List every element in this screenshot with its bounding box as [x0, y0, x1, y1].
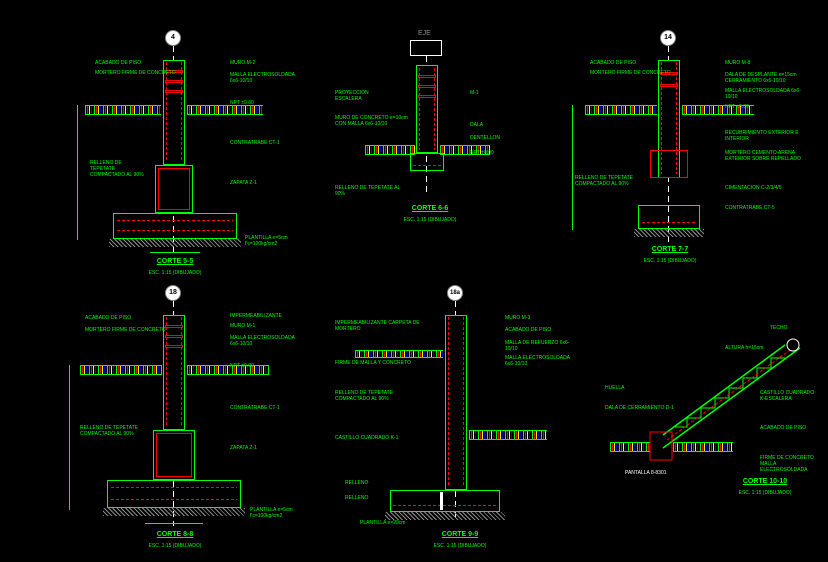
axis-marker: 18 [165, 285, 181, 301]
label-dent: DENTELLON [470, 135, 500, 141]
label-ct: CONTRATRABE CT-1 [230, 140, 290, 146]
section-title: CORTE 6-6 [390, 205, 470, 212]
section-subtitle: ESC. 1:15 (DIBUJADO) [135, 543, 215, 549]
footing [107, 480, 241, 508]
footing [113, 213, 237, 239]
corte-7-7: 14 ACABADO DE PISO MORTERO FIRME DE CONC… [560, 30, 810, 270]
label-npt: NPT ±0.00 [470, 150, 494, 156]
corte-10-10: TECHO DALA DE CERRAMIENTO D-1 HUELLA ALT… [605, 320, 820, 520]
section-title: CORTE 7-7 [630, 246, 710, 253]
corte-5-5: 4 ACABADO DE PISO MORTERO FIRME DE CONCR… [65, 30, 310, 270]
axis-marker: 14 [660, 30, 676, 46]
axis-marker: 18a [447, 285, 463, 301]
section-subtitle: ESC. 1:15 (DIBUJADO) [630, 258, 710, 264]
corte-9-9: 18a IMPERMEABILIZANTE CARPETA DE MORTERO… [325, 285, 585, 550]
axis-marker: EJE [418, 30, 431, 37]
corte-8-8: 18 ACABADO DE PISO MORTERO FIRME DE CONC… [55, 285, 310, 550]
dentellon [410, 153, 444, 171]
plantilla [109, 239, 241, 247]
section-title: CORTE 10-10 [720, 478, 810, 485]
corte-6-6: EJE PROYECCION ESCALERA MURO DE CONCRETO… [330, 30, 540, 230]
section-title: CORTE 9-9 [420, 531, 500, 538]
section-subtitle: ESC. 1:15 (DIBUJADO) [420, 543, 500, 549]
label-relleno: RELLENO DE TEPETATE COMPACTADO AL 90% [90, 160, 145, 178]
label-zapata: ZAPATA Z-1 [230, 180, 280, 186]
label-proy: PROYECCION ESCALERA [335, 90, 385, 102]
label-acabado: ACABADO DE PISO [95, 60, 141, 66]
section-title: CORTE 8-8 [135, 531, 215, 538]
label-m1: M-1 [470, 90, 479, 96]
section-subtitle: ESC. 1:15 (DIBUJADO) [135, 270, 215, 276]
label-dala: DALA [470, 122, 483, 128]
dala [650, 150, 688, 178]
label-malla: MALLA ELECTROSOLDADA 6x6-10/10 [230, 72, 300, 84]
axis-marker: 4 [165, 30, 181, 46]
cimentacion [638, 205, 700, 229]
axis-box [410, 40, 442, 56]
pantalla-label: PANTALLA 8-8301 [625, 470, 667, 476]
label-muro-conc: MURO DE CONCRETO e=10cm CON MALLA 6x6-10… [335, 115, 410, 127]
label-plantilla: PLANTILLA e=5cm f'c=100kg/cm2 [245, 235, 305, 247]
section-subtitle: ESC. 1:15 (DIBUJADO) [720, 490, 810, 496]
label-mortero: MORTERO FIRME DE CONCRETO [95, 70, 176, 76]
section-subtitle: ESC. 1:15 (DIBUJADO) [390, 217, 470, 223]
footing [390, 490, 500, 512]
label-relleno: RELLENO DE TEPETATE AL 90% [335, 185, 405, 197]
label-npt: NPT ±0.00 [230, 100, 254, 106]
section-title: CORTE 5-5 [135, 258, 215, 265]
slab-hatch [85, 105, 161, 115]
label-muro: MURO M-2 [230, 60, 255, 66]
